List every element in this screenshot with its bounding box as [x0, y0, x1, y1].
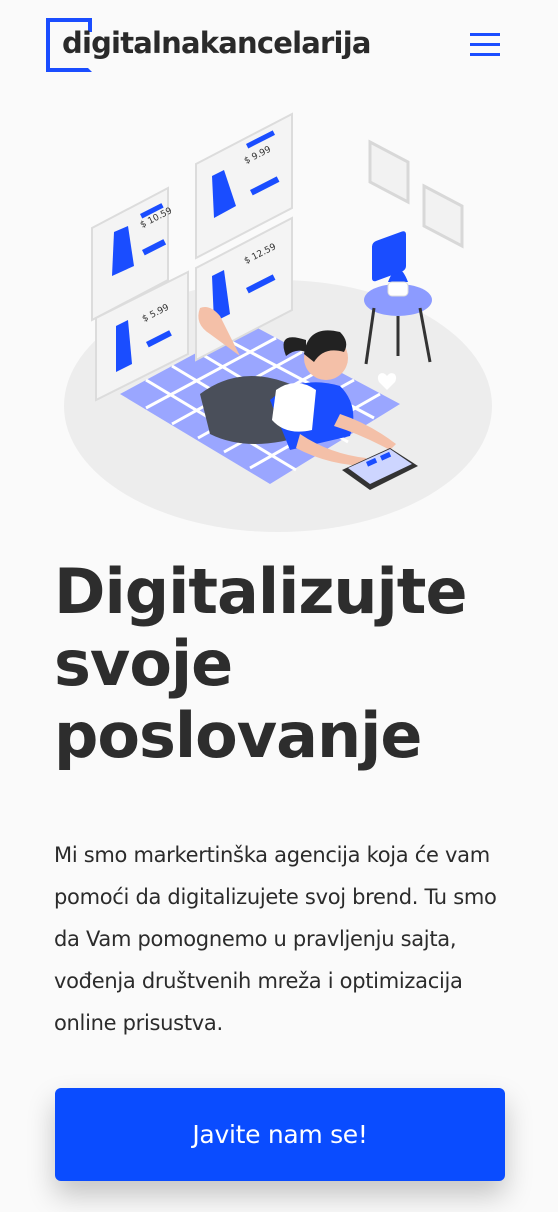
contact-cta-button[interactable]: Javite nam se!: [55, 1088, 505, 1181]
hero-description: Mi smo markertinška agencija koja će vam…: [54, 843, 497, 1035]
logo-text: digitalnakancelarija: [62, 26, 371, 60]
hero-illustration: $ 10.59 $ 9.99 $ 12.59 $ 5.99: [60, 104, 500, 534]
hero-headline: Digitalizujte svoje poslovanje: [54, 555, 468, 772]
online-shopping-illustration: $ 10.59 $ 9.99 $ 12.59 $ 5.99: [64, 112, 492, 532]
site-header: digitalnakancelarija: [0, 0, 558, 92]
hamburger-menu-icon[interactable]: [466, 30, 504, 60]
site-logo[interactable]: digitalnakancelarija: [46, 18, 406, 74]
picture-frame-icon: [368, 139, 464, 249]
